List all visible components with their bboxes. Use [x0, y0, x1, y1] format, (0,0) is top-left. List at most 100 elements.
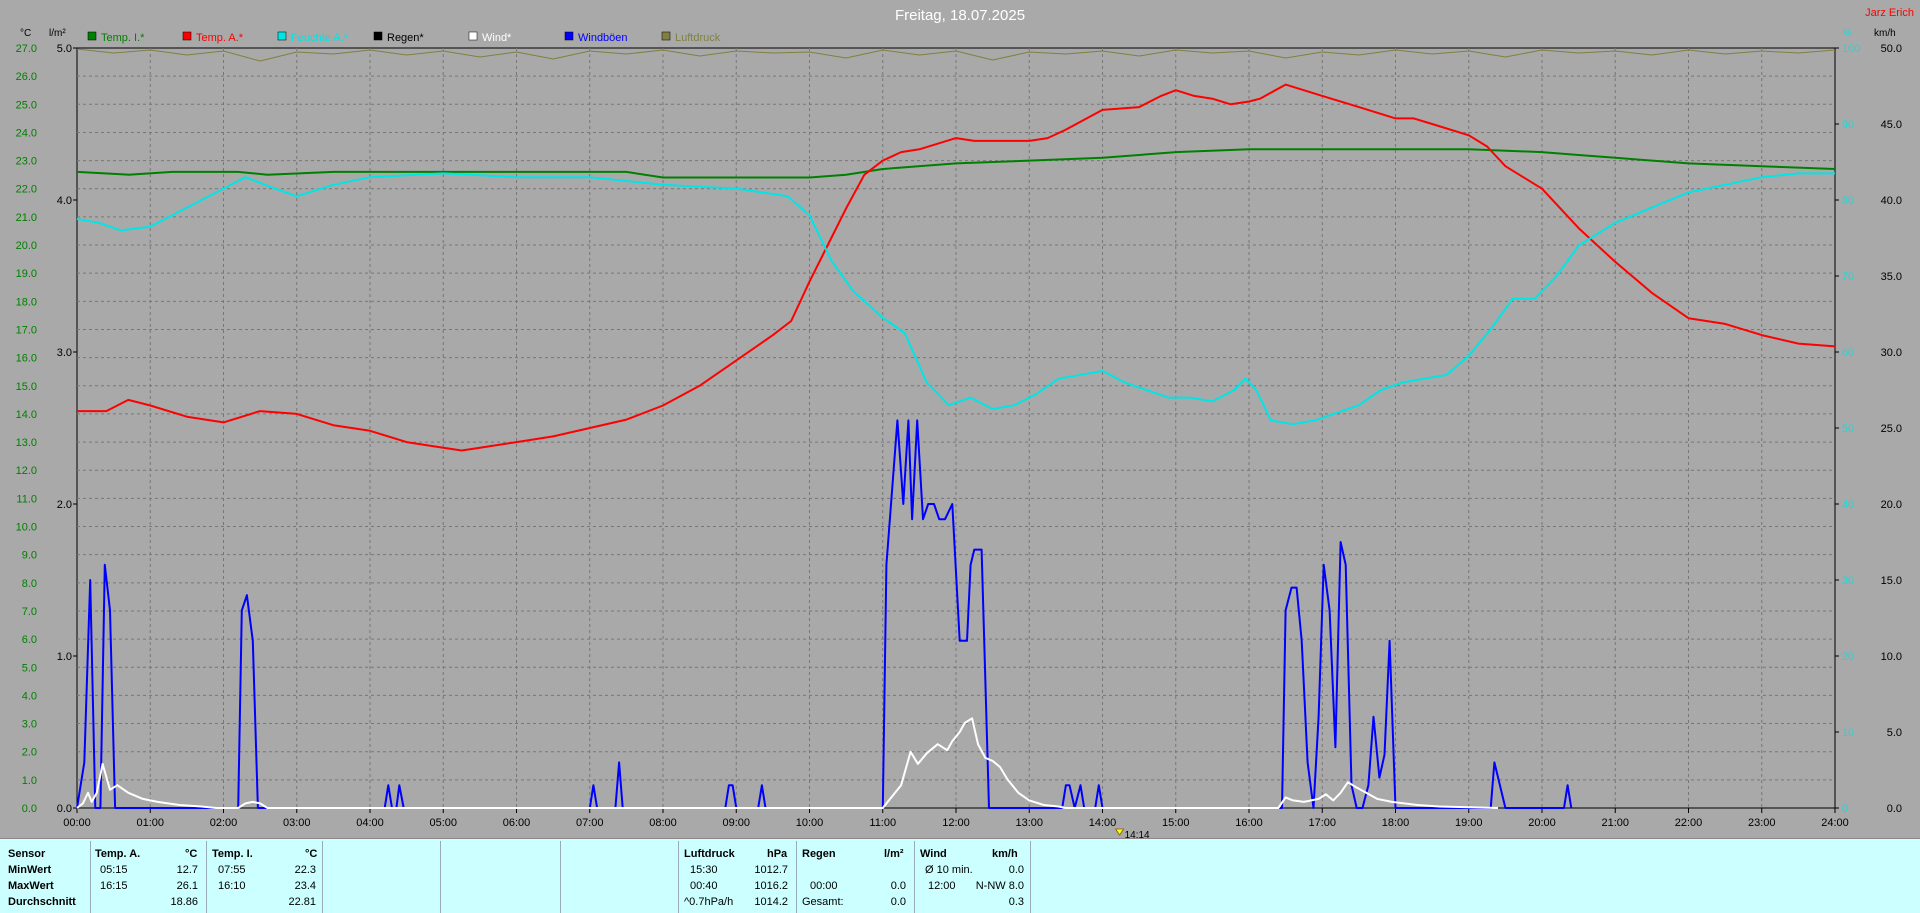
temp-tick-label: 3.0	[22, 719, 37, 731]
row-label: MinWert	[8, 864, 52, 876]
temp-tick-label: 5.0	[22, 662, 37, 674]
temp-tick-label: 17.0	[16, 324, 37, 336]
series-line-wind	[76, 717, 1499, 809]
legend-swatch	[277, 31, 287, 41]
rain-tick-label: 3.0	[57, 347, 72, 359]
rain-tick-label: 5.0	[57, 43, 72, 55]
temp-tick-label: 24.0	[16, 127, 37, 139]
rain-value: 0.0	[890, 880, 906, 892]
x-tick-label: 15:00	[1162, 817, 1190, 829]
legend-item: Temp. A.*	[182, 31, 244, 44]
x-tick-label: 04:00	[356, 817, 384, 829]
legend-swatch	[182, 31, 192, 41]
temp-tick-label: 19.0	[16, 268, 37, 280]
wind-tick-label: 0.0	[1887, 803, 1902, 815]
rain-tick-label: 1.0	[57, 651, 72, 663]
x-tick-label: 12:00	[942, 817, 970, 829]
legend: Temp. I.* Temp. A.* Feuchte A.* Regen* Wind*…	[87, 31, 721, 44]
x-tick-label: 20:00	[1528, 817, 1556, 829]
temp-tick-label: 8.0	[22, 578, 37, 590]
legend-label: Windböen	[578, 32, 628, 44]
unit-wind-label: km/h	[1874, 28, 1896, 39]
x-tick-label: 22:00	[1675, 817, 1703, 829]
stats-panel: Sensor Temp. A. °C Temp. I. °C Luftdruck…	[0, 838, 1920, 913]
temp-tick-label: 18.0	[16, 296, 37, 308]
legend-label: Temp. A.*	[196, 32, 244, 44]
pressure-time: 15:30	[690, 864, 718, 876]
temp-tick-label: 16.0	[16, 353, 37, 365]
stats-header-unit-c2: °C	[305, 848, 318, 860]
stats-header-temp-i: Temp. I.	[212, 848, 253, 860]
unit-hum-label: %	[1843, 28, 1852, 39]
wind-tick-label: 50.0	[1881, 43, 1902, 55]
rain-tick-label: 0.0	[57, 803, 72, 815]
legend-label: Luftdruck	[675, 32, 721, 44]
x-tick-label: 13:00	[1015, 817, 1043, 829]
legend-label: Temp. I.*	[101, 32, 145, 44]
humidity-tick-label: 100	[1842, 43, 1860, 55]
temp-tick-label: 15.0	[16, 381, 37, 393]
wind-tick-label: 5.0	[1887, 727, 1902, 739]
legend-item: Feuchte A.*	[277, 31, 349, 44]
temp-a-time: 16:15	[100, 880, 128, 892]
legend-swatch	[468, 31, 478, 41]
temp-tick-label: 1.0	[22, 775, 37, 787]
rain-total-label: Gesamt:	[802, 896, 844, 908]
wind-tick-label: 30.0	[1881, 347, 1902, 359]
temp-tick-label: 14.0	[16, 409, 37, 421]
chart-title: Freitag, 18.07.2025	[895, 7, 1025, 24]
pressure-time: 00:40	[690, 880, 718, 892]
wind-tick-label: 25.0	[1881, 423, 1902, 435]
legend-item: Luftdruck	[661, 31, 721, 44]
stats-header-sensor: Sensor	[8, 848, 46, 860]
legend-label: Feuchte A.*	[291, 32, 349, 44]
row-label: MaxWert	[8, 880, 54, 892]
humidity-tick-label: 0	[1842, 803, 1848, 815]
temp-a-value: 12.7	[176, 864, 198, 876]
temp-a-time: 05:15	[100, 864, 128, 876]
marker-label: 14:14	[1125, 830, 1150, 838]
x-tick-label: 00:00	[63, 817, 91, 829]
temp-i-time: 07:55	[218, 864, 246, 876]
legend-item: Temp. I.*	[87, 31, 145, 44]
x-tick-label: 11:00	[869, 817, 896, 829]
legend-label: Wind*	[482, 32, 512, 44]
legend-item: Regen*	[373, 31, 424, 44]
rain-value: 0.0	[890, 896, 906, 908]
temp-tick-label: 4.0	[22, 690, 37, 702]
x-tick-label: 14:00	[1089, 817, 1117, 829]
series-line-windb-en	[76, 419, 1573, 809]
rain-tick-label: 2.0	[57, 499, 72, 511]
temp-i-value: 22.81	[288, 896, 316, 908]
time-marker: 14:14	[1114, 828, 1150, 838]
legend-swatch	[661, 31, 671, 41]
x-tick-label: 10:00	[796, 817, 824, 829]
temp-tick-label: 0.0	[22, 803, 37, 815]
x-tick-label: 19:00	[1455, 817, 1483, 829]
wind-tick-label: 35.0	[1881, 271, 1902, 283]
legend-item: Windböen	[564, 31, 628, 44]
temp-i-time: 16:10	[218, 880, 246, 892]
temp-tick-label: 2.0	[22, 747, 37, 759]
x-tick-label: 18:00	[1382, 817, 1410, 829]
temp-tick-label: 9.0	[22, 550, 37, 562]
temp-a-value: 18.86	[170, 896, 198, 908]
stats-header-kmh: km/h	[992, 848, 1018, 860]
legend-item: Wind*	[468, 31, 512, 44]
pressure-trend: ^0.7hPa/h	[684, 896, 734, 908]
temp-tick-label: 12.0	[16, 465, 37, 477]
rain-tick-label: 4.0	[57, 195, 72, 207]
temp-a-value: 26.1	[176, 880, 198, 892]
temp-tick-label: 23.0	[16, 156, 37, 168]
humidity-tick-label: 60	[1842, 347, 1854, 359]
legend-swatch	[87, 31, 97, 41]
series-line-temp-i	[76, 148, 1836, 179]
x-tick-label: 08:00	[649, 817, 677, 829]
humidity-tick-label: 30	[1842, 575, 1854, 587]
wind-tick-label: 45.0	[1881, 119, 1902, 131]
x-tick-label: 02:00	[210, 817, 238, 829]
x-tick-label: 17:00	[1308, 817, 1336, 829]
legend-swatch	[373, 31, 383, 41]
stats-header-regen: Regen	[802, 848, 836, 860]
pressure-value: 1016.2	[754, 880, 788, 892]
